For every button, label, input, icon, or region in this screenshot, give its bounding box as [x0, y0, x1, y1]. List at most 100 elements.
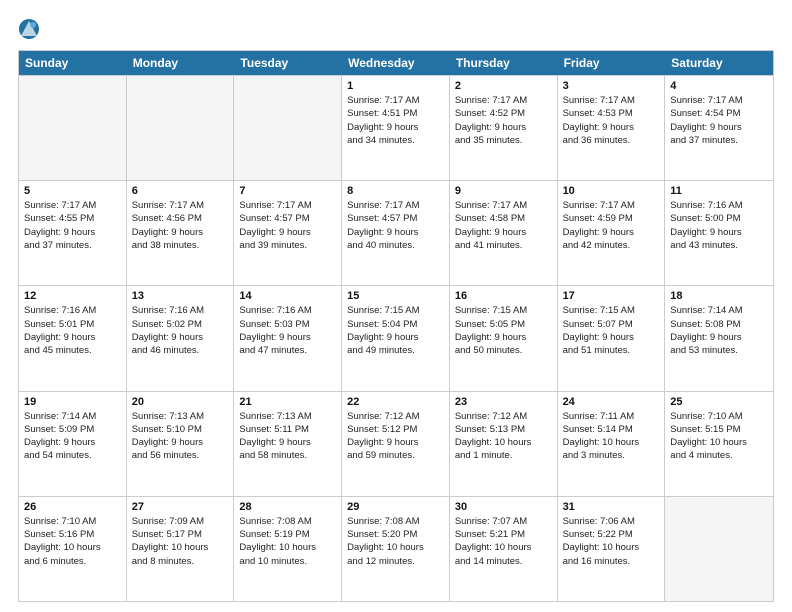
calendar-header: SundayMondayTuesdayWednesdayThursdayFrid… — [19, 51, 773, 75]
day-number: 2 — [455, 80, 552, 92]
calendar-cell: 26 Sunrise: 7:10 AM Sunset: 5:16 PM Dayli… — [19, 497, 127, 601]
header-day-wednesday: Wednesday — [342, 51, 450, 75]
day-number: 4 — [670, 80, 768, 92]
cell-info: Sunrise: 7:11 AM Sunset: 5:14 PM Dayligh… — [563, 410, 660, 463]
day-number: 29 — [347, 501, 444, 513]
day-number: 23 — [455, 396, 552, 408]
day-number: 12 — [24, 290, 121, 302]
cell-info: Sunrise: 7:15 AM Sunset: 5:04 PM Dayligh… — [347, 304, 444, 357]
cell-info: Sunrise: 7:17 AM Sunset: 4:57 PM Dayligh… — [347, 199, 444, 252]
day-number: 21 — [239, 396, 336, 408]
day-number: 8 — [347, 185, 444, 197]
calendar-cell: 2 Sunrise: 7:17 AM Sunset: 4:52 PM Daylig… — [450, 76, 558, 180]
day-number: 30 — [455, 501, 552, 513]
calendar-cell: 24 Sunrise: 7:11 AM Sunset: 5:14 PM Dayli… — [558, 392, 666, 496]
day-number: 22 — [347, 396, 444, 408]
day-number: 18 — [670, 290, 768, 302]
calendar-cell: 9Sunrise: 7:17 AM Sunset: 4:58 PM Daylig… — [450, 181, 558, 285]
calendar-cell: 17 Sunrise: 7:15 AM Sunset: 5:07 PM Dayli… — [558, 286, 666, 390]
cell-info: Sunrise: 7:08 AM Sunset: 5:20 PM Dayligh… — [347, 515, 444, 568]
calendar-cell: 11Sunrise: 7:16 AM Sunset: 5:00 PM Dayli… — [665, 181, 773, 285]
day-number: 13 — [132, 290, 229, 302]
cell-info: Sunrise: 7:15 AM Sunset: 5:05 PM Dayligh… — [455, 304, 552, 357]
calendar-cell: 6 Sunrise: 7:17 AM Sunset: 4:56 PM Daylig… — [127, 181, 235, 285]
calendar-row-4: 26 Sunrise: 7:10 AM Sunset: 5:16 PM Dayli… — [19, 496, 773, 601]
header-day-thursday: Thursday — [450, 51, 558, 75]
calendar-cell: 20Sunrise: 7:13 AM Sunset: 5:10 PM Dayli… — [127, 392, 235, 496]
calendar-cell: 13Sunrise: 7:16 AM Sunset: 5:02 PM Dayli… — [127, 286, 235, 390]
calendar-cell: 3 Sunrise: 7:17 AM Sunset: 4:53 PM Daylig… — [558, 76, 666, 180]
cell-info: Sunrise: 7:12 AM Sunset: 5:12 PM Dayligh… — [347, 410, 444, 463]
header — [18, 18, 774, 40]
cell-info: Sunrise: 7:17 AM Sunset: 4:55 PM Dayligh… — [24, 199, 121, 252]
calendar-cell: 8 Sunrise: 7:17 AM Sunset: 4:57 PM Daylig… — [342, 181, 450, 285]
day-number: 14 — [239, 290, 336, 302]
day-number: 24 — [563, 396, 660, 408]
cell-info: Sunrise: 7:17 AM Sunset: 4:56 PM Dayligh… — [132, 199, 229, 252]
calendar-cell: 16 Sunrise: 7:15 AM Sunset: 5:05 PM Dayli… — [450, 286, 558, 390]
calendar-cell — [127, 76, 235, 180]
day-number: 6 — [132, 185, 229, 197]
calendar-row-2: 12 Sunrise: 7:16 AM Sunset: 5:01 PM Dayli… — [19, 285, 773, 390]
cell-info: Sunrise: 7:09 AM Sunset: 5:17 PM Dayligh… — [132, 515, 229, 568]
header-day-friday: Friday — [558, 51, 666, 75]
calendar: SundayMondayTuesdayWednesdayThursdayFrid… — [18, 50, 774, 602]
calendar-cell: 14 Sunrise: 7:16 AM Sunset: 5:03 PM Dayli… — [234, 286, 342, 390]
cell-info: Sunrise: 7:10 AM Sunset: 5:16 PM Dayligh… — [24, 515, 121, 568]
cell-info: Sunrise: 7:17 AM Sunset: 4:51 PM Dayligh… — [347, 94, 444, 147]
calendar-cell: 30 Sunrise: 7:07 AM Sunset: 5:21 PM Dayli… — [450, 497, 558, 601]
day-number: 28 — [239, 501, 336, 513]
day-number: 26 — [24, 501, 121, 513]
cell-info: Sunrise: 7:13 AM Sunset: 5:11 PM Dayligh… — [239, 410, 336, 463]
day-number: 3 — [563, 80, 660, 92]
day-number: 19 — [24, 396, 121, 408]
cell-info: Sunrise: 7:07 AM Sunset: 5:21 PM Dayligh… — [455, 515, 552, 568]
calendar-cell: 19 Sunrise: 7:14 AM Sunset: 5:09 PM Dayli… — [19, 392, 127, 496]
cell-info: Sunrise: 7:16 AM Sunset: 5:01 PM Dayligh… — [24, 304, 121, 357]
calendar-cell: 18 Sunrise: 7:14 AM Sunset: 5:08 PM Dayli… — [665, 286, 773, 390]
calendar-row-1: 5 Sunrise: 7:17 AM Sunset: 4:55 PM Daylig… — [19, 180, 773, 285]
day-number: 16 — [455, 290, 552, 302]
day-number: 17 — [563, 290, 660, 302]
cell-info: Sunrise: 7:17 AM Sunset: 4:58 PM Dayligh… — [455, 199, 552, 252]
calendar-cell: 12 Sunrise: 7:16 AM Sunset: 5:01 PM Dayli… — [19, 286, 127, 390]
calendar-cell: 31 Sunrise: 7:06 AM Sunset: 5:22 PM Dayli… — [558, 497, 666, 601]
calendar-cell: 29 Sunrise: 7:08 AM Sunset: 5:20 PM Dayli… — [342, 497, 450, 601]
calendar-row-3: 19 Sunrise: 7:14 AM Sunset: 5:09 PM Dayli… — [19, 391, 773, 496]
calendar-cell: 21 Sunrise: 7:13 AM Sunset: 5:11 PM Dayli… — [234, 392, 342, 496]
calendar-cell: 10 Sunrise: 7:17 AM Sunset: 4:59 PM Dayli… — [558, 181, 666, 285]
cell-info: Sunrise: 7:14 AM Sunset: 5:09 PM Dayligh… — [24, 410, 121, 463]
cell-info: Sunrise: 7:12 AM Sunset: 5:13 PM Dayligh… — [455, 410, 552, 463]
calendar-cell: 23 Sunrise: 7:12 AM Sunset: 5:13 PM Dayli… — [450, 392, 558, 496]
day-number: 1 — [347, 80, 444, 92]
day-number: 27 — [132, 501, 229, 513]
calendar-cell: 7Sunrise: 7:17 AM Sunset: 4:57 PM Daylig… — [234, 181, 342, 285]
cell-info: Sunrise: 7:06 AM Sunset: 5:22 PM Dayligh… — [563, 515, 660, 568]
day-number: 10 — [563, 185, 660, 197]
calendar-row-0: 1 Sunrise: 7:17 AM Sunset: 4:51 PM Daylig… — [19, 75, 773, 180]
cell-info: Sunrise: 7:17 AM Sunset: 4:57 PM Dayligh… — [239, 199, 336, 252]
calendar-cell: 22 Sunrise: 7:12 AM Sunset: 5:12 PM Dayli… — [342, 392, 450, 496]
cell-info: Sunrise: 7:17 AM Sunset: 4:53 PM Dayligh… — [563, 94, 660, 147]
calendar-cell: 28 Sunrise: 7:08 AM Sunset: 5:19 PM Dayli… — [234, 497, 342, 601]
cell-info: Sunrise: 7:17 AM Sunset: 4:52 PM Dayligh… — [455, 94, 552, 147]
calendar-cell — [665, 497, 773, 601]
calendar-cell — [234, 76, 342, 180]
cell-info: Sunrise: 7:17 AM Sunset: 4:59 PM Dayligh… — [563, 199, 660, 252]
calendar-cell: 4Sunrise: 7:17 AM Sunset: 4:54 PM Daylig… — [665, 76, 773, 180]
day-number: 25 — [670, 396, 768, 408]
calendar-cell: 25 Sunrise: 7:10 AM Sunset: 5:15 PM Dayli… — [665, 392, 773, 496]
cell-info: Sunrise: 7:13 AM Sunset: 5:10 PM Dayligh… — [132, 410, 229, 463]
day-number: 5 — [24, 185, 121, 197]
cell-info: Sunrise: 7:15 AM Sunset: 5:07 PM Dayligh… — [563, 304, 660, 357]
header-day-sunday: Sunday — [19, 51, 127, 75]
logo-icon — [18, 18, 40, 40]
cell-info: Sunrise: 7:16 AM Sunset: 5:03 PM Dayligh… — [239, 304, 336, 357]
cell-info: Sunrise: 7:08 AM Sunset: 5:19 PM Dayligh… — [239, 515, 336, 568]
cell-info: Sunrise: 7:14 AM Sunset: 5:08 PM Dayligh… — [670, 304, 768, 357]
cell-info: Sunrise: 7:10 AM Sunset: 5:15 PM Dayligh… — [670, 410, 768, 463]
header-day-tuesday: Tuesday — [234, 51, 342, 75]
day-number: 31 — [563, 501, 660, 513]
calendar-cell: 1 Sunrise: 7:17 AM Sunset: 4:51 PM Daylig… — [342, 76, 450, 180]
calendar-cell: 15Sunrise: 7:15 AM Sunset: 5:04 PM Dayli… — [342, 286, 450, 390]
